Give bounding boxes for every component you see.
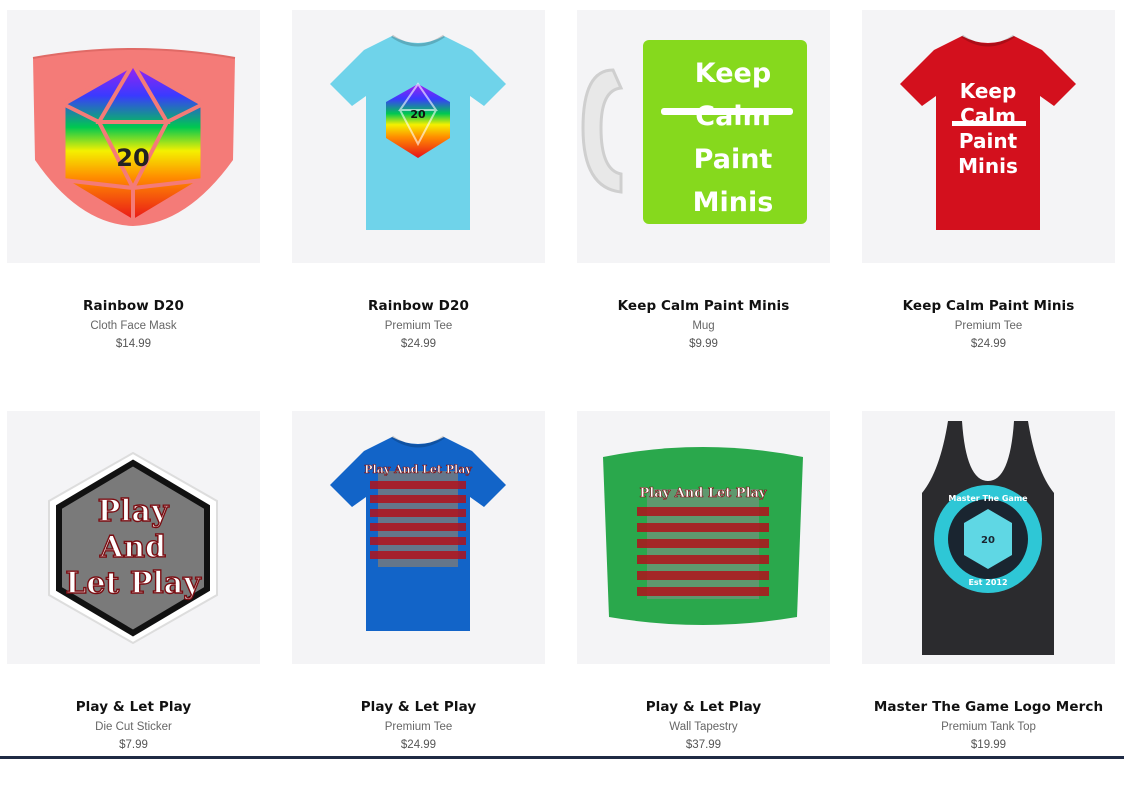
- svg-text:Calm: Calm: [695, 101, 770, 132]
- product-title[interactable]: Keep Calm Paint Minis: [577, 298, 830, 314]
- product-image[interactable]: Keep Calm Paint Minis: [577, 10, 830, 263]
- keep-calm-mug-image: Keep Calm Paint Minis: [581, 40, 807, 224]
- product-title[interactable]: Rainbow D20: [292, 298, 545, 314]
- product-price: $19.99: [970, 739, 1007, 751]
- svg-text:Play And Let Play: Play And Let Play: [639, 486, 766, 501]
- svg-text:Minis: Minis: [693, 187, 774, 218]
- keep-calm-tee-image: KeepCalmPaintMinis: [900, 34, 1076, 230]
- product-image[interactable]: Play And Let Play: [292, 411, 545, 664]
- product-image[interactable]: Play And Let Play: [7, 411, 260, 664]
- svg-text:Play And Let Play: Play And Let Play: [364, 463, 472, 476]
- rainbow-d20-mask-image: 20: [32, 48, 236, 226]
- product-price: $37.99: [685, 739, 722, 751]
- product-title[interactable]: Play & Let Play: [577, 699, 830, 715]
- product-card[interactable]: Master The Game 20 Est 2012 Master The G…: [862, 411, 1115, 812]
- play-and-let-play-tee-image: Play And Let Play: [330, 435, 506, 631]
- product-card[interactable]: Play And Let Play Play & Let Play Wall T…: [577, 411, 830, 812]
- product-price: $24.99: [970, 338, 1007, 350]
- svg-text:And: And: [99, 530, 166, 565]
- product-title[interactable]: Master The Game Logo Merch: [862, 699, 1115, 715]
- product-card[interactable]: 20 Rainbow D20 Premium Tee $24.99: [292, 10, 545, 411]
- play-and-let-play-sticker-image: PlayAndLet Play: [48, 451, 218, 645]
- svg-text:20: 20: [116, 144, 149, 172]
- svg-text:Play: Play: [98, 494, 170, 529]
- product-grid: 20 Rainbow D20 Cloth Face Mask $14.99 20…: [7, 10, 1115, 812]
- svg-text:Master The Game: Master The Game: [948, 494, 1028, 503]
- product-card[interactable]: Play And Let Play Play & Let Play Premiu…: [292, 411, 545, 812]
- product-image[interactable]: 20: [292, 10, 545, 263]
- master-the-game-tank-image: Master The Game 20 Est 2012: [922, 421, 1054, 655]
- svg-text:Let Play: Let Play: [65, 566, 202, 601]
- svg-text:Paint: Paint: [694, 144, 773, 175]
- product-card[interactable]: Keep Calm Paint Minis Keep Calm Paint Minis…: [577, 10, 830, 411]
- product-image[interactable]: 20: [7, 10, 260, 263]
- product-type: Die Cut Sticker: [95, 721, 172, 733]
- product-type: Premium Tee: [384, 721, 453, 733]
- product-card[interactable]: 20 Rainbow D20 Cloth Face Mask $14.99: [7, 10, 260, 411]
- product-type: Cloth Face Mask: [90, 320, 177, 332]
- product-price: $9.99: [689, 338, 718, 350]
- product-price: $24.99: [400, 739, 437, 751]
- product-title[interactable]: Rainbow D20: [7, 298, 260, 314]
- rainbow-d20-tee-image: 20: [330, 34, 506, 230]
- product-card[interactable]: Keep Calm Paint Minis Keep Calm Paint Minis…: [862, 10, 1115, 411]
- product-type: Premium Tee: [954, 320, 1023, 332]
- product-image[interactable]: Keep Calm Paint Minis: [862, 10, 1115, 263]
- product-title[interactable]: Play & Let Play: [7, 699, 260, 715]
- svg-text:20: 20: [981, 535, 995, 546]
- svg-text:Keep: Keep: [960, 79, 1017, 103]
- product-card[interactable]: Play And Let Play Play & Let Play Die Cut …: [7, 411, 260, 812]
- svg-text:Est 2012: Est 2012: [968, 578, 1007, 587]
- product-type: Mug: [692, 320, 715, 332]
- product-image[interactable]: Play And Let Play: [577, 411, 830, 664]
- product-image[interactable]: Master The Game 20 Est 2012: [862, 411, 1115, 664]
- product-type: Premium Tee: [384, 320, 453, 332]
- play-and-let-play-tapestry-image: Play And Let Play: [603, 447, 803, 625]
- product-type: Wall Tapestry: [669, 721, 738, 733]
- product-title[interactable]: Play & Let Play: [292, 699, 545, 715]
- svg-text:Paint: Paint: [959, 129, 1018, 153]
- product-price: $24.99: [400, 338, 437, 350]
- svg-text:Keep: Keep: [695, 58, 771, 89]
- product-price: $7.99: [119, 739, 148, 751]
- product-type: Premium Tank Top: [941, 721, 1036, 733]
- svg-text:Minis: Minis: [958, 154, 1018, 178]
- product-price: $14.99: [115, 338, 152, 350]
- product-title[interactable]: Keep Calm Paint Minis: [862, 298, 1115, 314]
- svg-text:20: 20: [410, 108, 426, 121]
